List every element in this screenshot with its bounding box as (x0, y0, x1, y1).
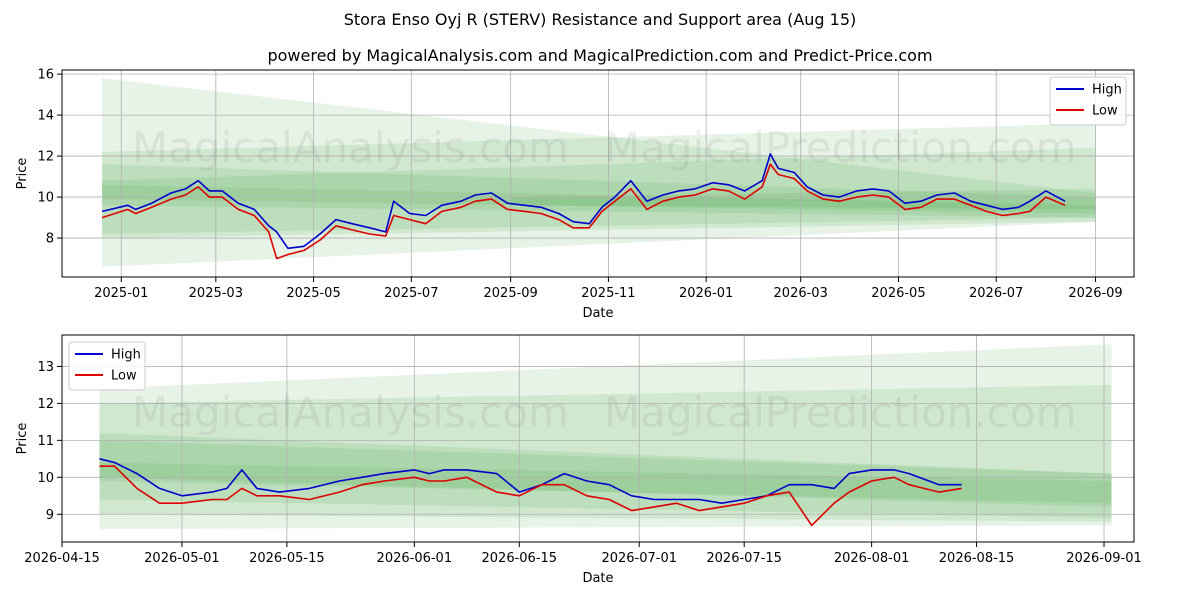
legend-label-high: High (111, 348, 141, 363)
x-tick-label: 2026-09 (1068, 286, 1122, 301)
x-tick-label: 2025-05 (286, 286, 340, 301)
watermark-text: MagicalAnalysis.com (132, 123, 569, 172)
x-tick-label: 2026-05 (871, 286, 925, 301)
chart-canvas: MagicalAnalysis.com MagicalPrediction.com… (15, 68, 1142, 586)
y-tick-label: 10 (37, 471, 54, 486)
x-tick-label: 2026-05-01 (144, 551, 220, 566)
legend-label-low: Low (1092, 104, 1118, 119)
y-tick-label: 12 (37, 397, 54, 412)
x-tick-label: 2025-09 (484, 286, 538, 301)
x-tick-label: 2025-07 (384, 286, 438, 301)
x-tick-label: 2026-04-15 (24, 551, 100, 566)
x-tick-label: 2026-09-01 (1066, 551, 1142, 566)
y-tick-label: 13 (37, 360, 54, 375)
x-tick-label: 2026-07-15 (706, 551, 782, 566)
legend-label-high: High (1092, 83, 1122, 98)
x-tick-label: 2026-01 (679, 286, 733, 301)
x-tick-label: 2026-07 (969, 286, 1023, 301)
y-tick-label: 11 (37, 434, 54, 449)
watermark-text: MagicalPrediction.com (604, 123, 1077, 172)
x-axis-label: Date (582, 571, 613, 586)
x-tick-label: 2026-06-01 (377, 551, 453, 566)
x-tick-label: 2026-08-01 (834, 551, 910, 566)
y-tick-label: 16 (37, 68, 54, 83)
x-tick-label: 2026-07-01 (601, 551, 677, 566)
watermark-text: MagicalPrediction.com (604, 388, 1077, 437)
y-tick-label: 9 (46, 508, 54, 523)
y-tick-label: 12 (37, 150, 54, 165)
x-tick-label: 2025-01 (94, 286, 148, 301)
y-tick-label: 10 (37, 191, 54, 206)
watermark-text: MagicalAnalysis.com (132, 388, 569, 437)
y-axis-label: Price (15, 423, 30, 455)
x-tick-label: 2026-05-15 (249, 551, 325, 566)
legend-label-low: Low (111, 369, 137, 384)
y-tick-label: 8 (46, 232, 54, 247)
x-tick-label: 2026-08-15 (939, 551, 1015, 566)
x-tick-label: 2025-11 (581, 286, 635, 301)
chart-panel-1: MagicalAnalysis.com MagicalPrediction.com… (15, 68, 1135, 321)
y-tick-label: 14 (37, 109, 54, 124)
plot-area (62, 70, 1134, 277)
x-tick-label: 2026-03 (774, 286, 828, 301)
plot-area (62, 335, 1134, 542)
chart-panel-2: MagicalAnalysis.com MagicalPrediction.com… (15, 334, 1142, 586)
x-tick-label: 2025-03 (189, 286, 243, 301)
x-axis-label: Date (582, 306, 613, 321)
figure: Stora Enso Oyj R (STERV) Resistance and … (0, 0, 1200, 600)
y-axis-label: Price (15, 158, 30, 190)
legend: High Low (1049, 76, 1127, 126)
x-tick-label: 2026-06-15 (482, 551, 558, 566)
legend: High Low (68, 341, 146, 391)
